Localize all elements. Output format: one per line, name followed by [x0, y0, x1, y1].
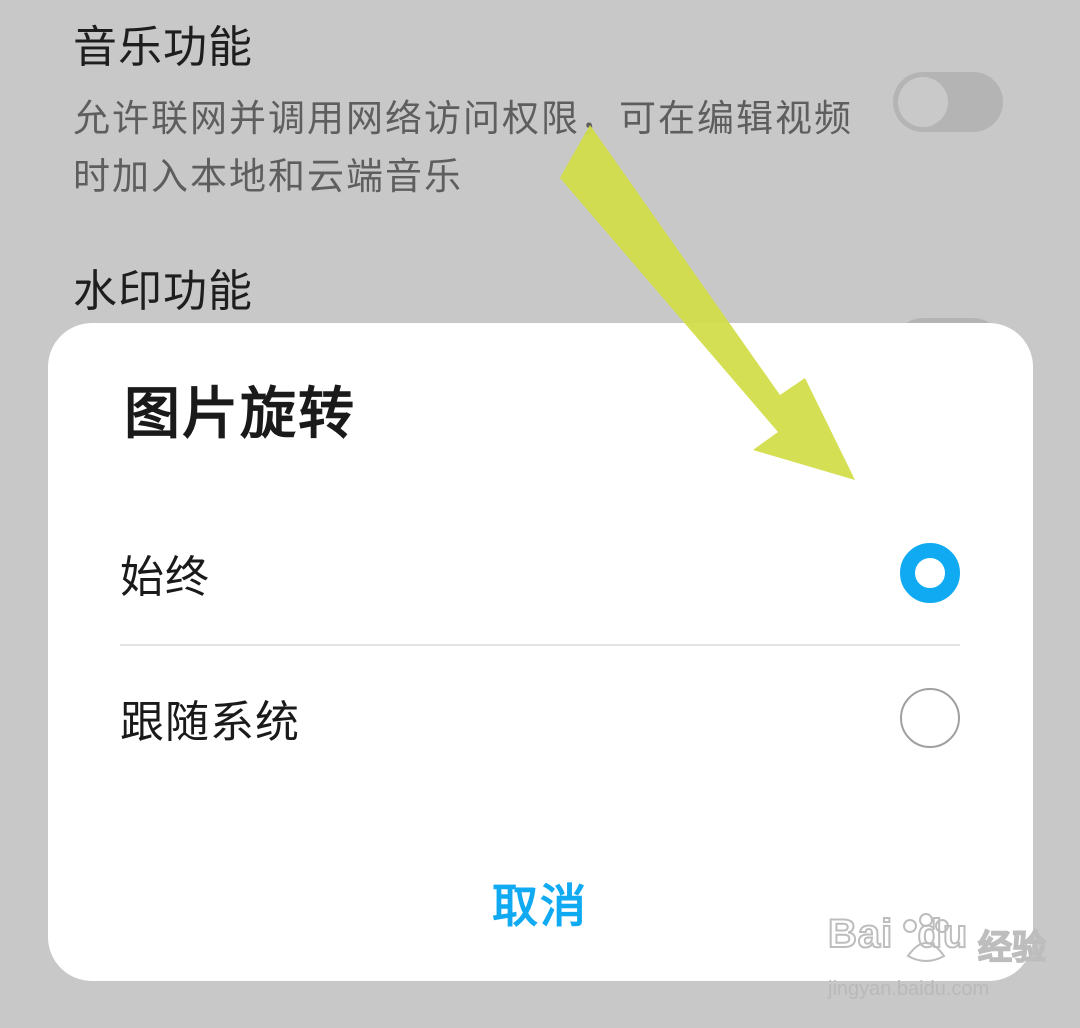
watermark-jingyan: 经验 [977, 927, 1047, 969]
image-rotation-dialog: 图片旋转 始终 跟随系统 取消 [48, 323, 1033, 981]
radio-unselected-icon[interactable] [900, 688, 960, 748]
baidu-jingyan-watermark: Bai du 经验 jingyan.baidu.com [827, 911, 1047, 1012]
cancel-button[interactable]: 取消 [440, 863, 640, 943]
dialog-title: 图片旋转 [124, 382, 356, 447]
divider [120, 644, 960, 646]
watermark-url: jingyan.baidu.com [828, 978, 990, 1000]
option-always[interactable]: 始终 [120, 513, 960, 633]
option-label: 始终 [120, 552, 210, 603]
music-setting-description: 允许联网并调用网络访问权限，可在编辑视频时加入本地和云端音乐 [73, 97, 853, 198]
toggle-knob [898, 77, 948, 127]
option-label: 跟随系统 [120, 697, 300, 748]
music-setting-title: 音乐功能 [73, 22, 253, 73]
music-toggle[interactable] [893, 72, 1003, 132]
option-follow-system[interactable]: 跟随系统 [120, 658, 960, 778]
radio-selected-icon[interactable] [900, 543, 960, 603]
watermark-setting-title: 水印功能 [73, 266, 253, 317]
paw-logo-icon [903, 913, 949, 962]
